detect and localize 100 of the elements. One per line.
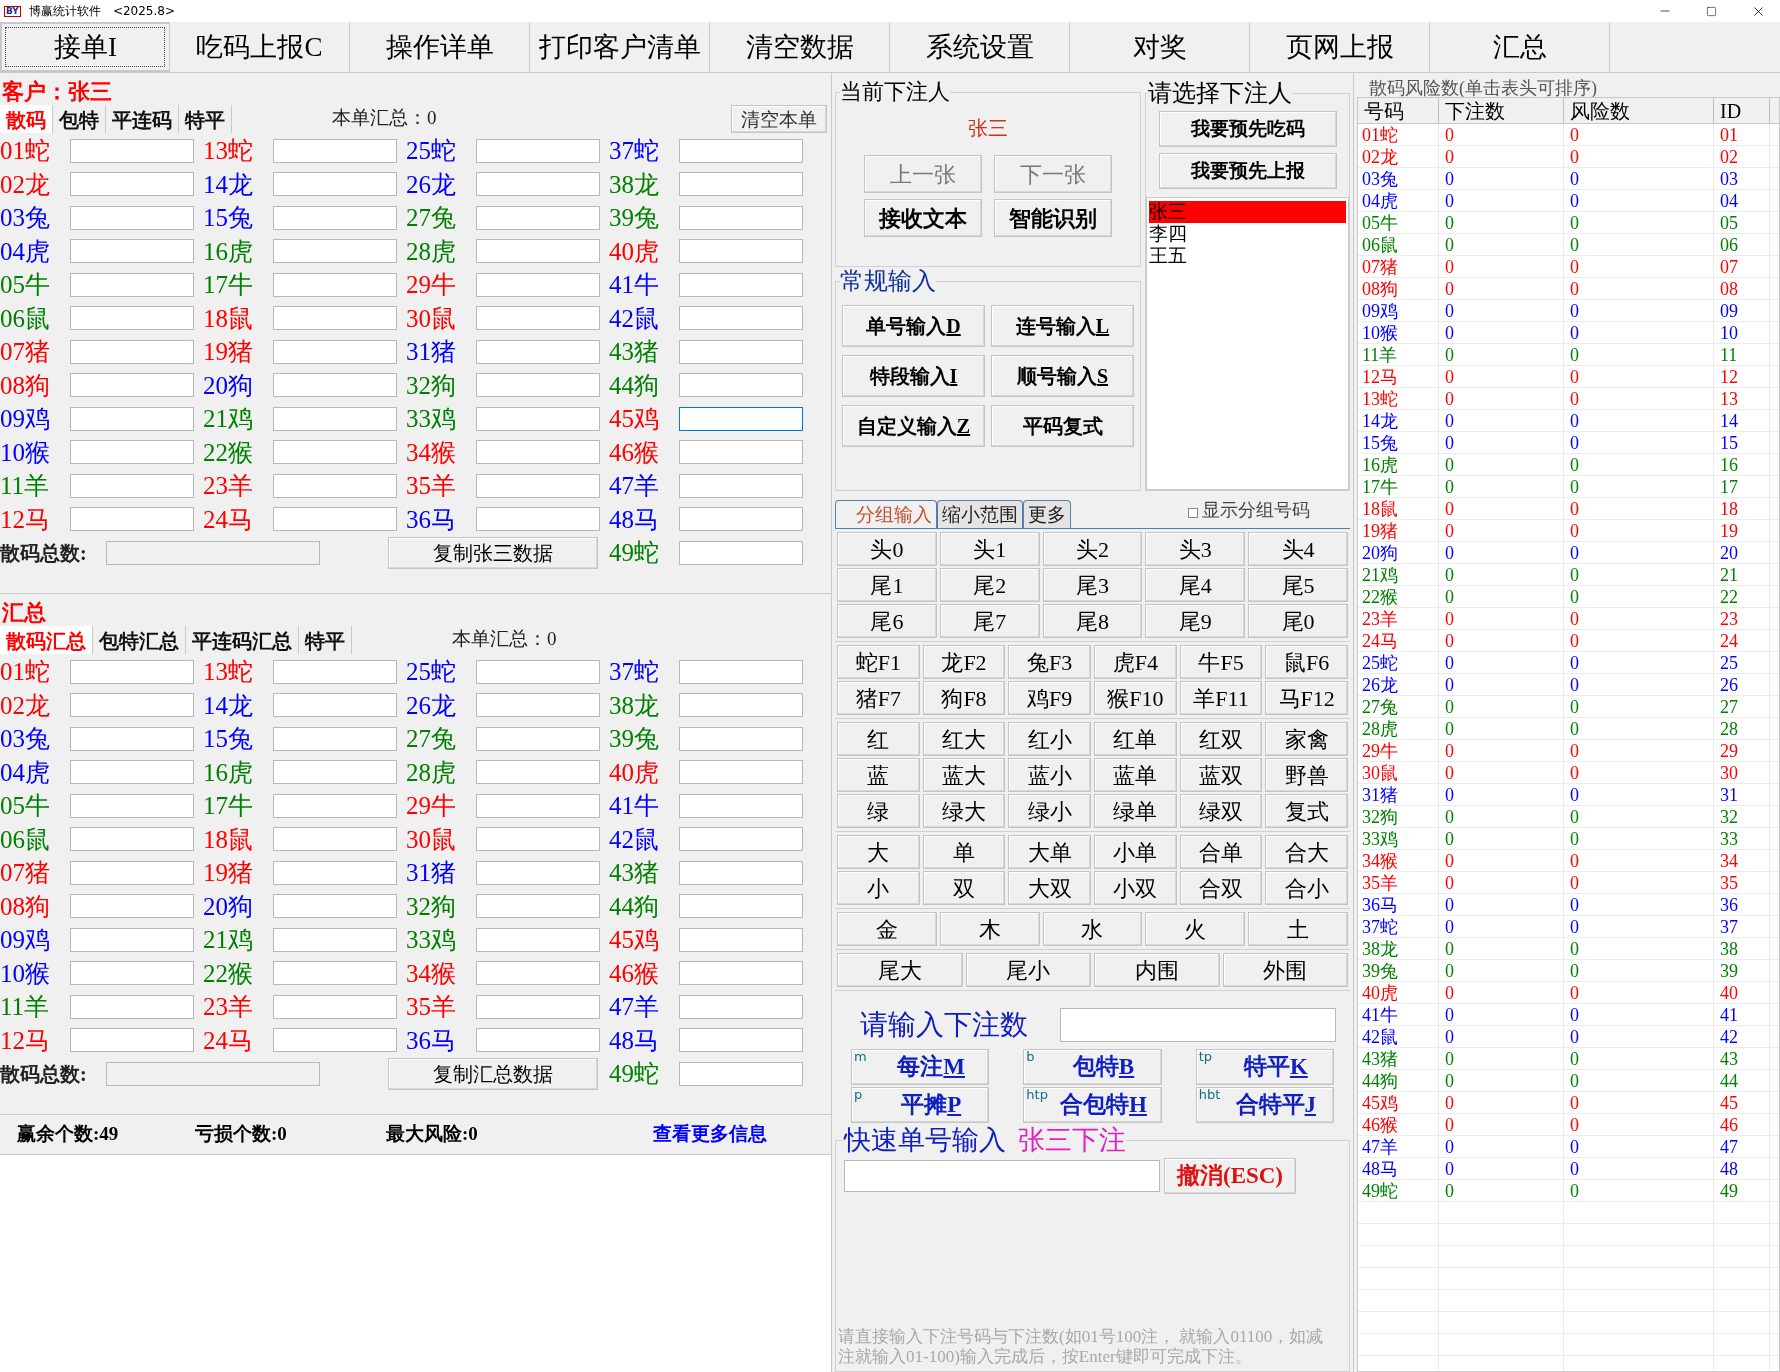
amount-field[interactable] [273, 205, 397, 230]
quick-select-button[interactable]: 尾7 [939, 604, 1040, 638]
quick-select-button[interactable]: 木 [939, 912, 1040, 946]
quick-select-button[interactable]: 小 [837, 871, 920, 905]
amount-field[interactable] [273, 927, 397, 952]
amount-field[interactable] [476, 406, 600, 431]
tab[interactable]: 特平 [179, 104, 232, 133]
toolbar-button[interactable]: 系统设置 [890, 22, 1070, 72]
quick-select-button[interactable]: 狗F8 [922, 681, 1006, 715]
quick-select-button[interactable]: 猪F7 [837, 681, 920, 715]
amount-field[interactable] [679, 693, 803, 718]
tab[interactable]: 包特 [53, 104, 106, 133]
amount-field[interactable] [679, 239, 803, 264]
amount-field[interactable] [679, 205, 803, 230]
amount-field[interactable] [476, 172, 600, 197]
amount-field[interactable] [273, 406, 397, 431]
amount-field[interactable] [70, 272, 194, 297]
amount-field[interactable] [476, 373, 600, 398]
amount-field[interactable] [679, 827, 803, 852]
amount-field[interactable] [70, 205, 194, 230]
quick-select-button[interactable]: 土 [1248, 912, 1348, 946]
amount-field[interactable] [273, 726, 397, 751]
quick-select-button[interactable]: 合大 [1265, 835, 1349, 869]
preset-button[interactable]: 我要预先上报 [1158, 153, 1337, 189]
clear-order-button[interactable]: 清空本单 [731, 104, 827, 133]
quick-select-button[interactable]: 大 [837, 835, 920, 869]
quick-select-button[interactable]: 牛F5 [1179, 645, 1263, 679]
quick-select-button[interactable]: 蛇F1 [837, 645, 920, 679]
amount-field[interactable] [273, 994, 397, 1019]
tab[interactable]: 更多 [1023, 500, 1071, 528]
amount-field[interactable] [679, 726, 803, 751]
amount-field[interactable] [679, 760, 803, 785]
amount-field[interactable] [70, 760, 194, 785]
amount-field[interactable] [679, 860, 803, 885]
preset-button[interactable]: 我要预先吃码 [1158, 111, 1337, 147]
cancel-button[interactable]: 撤消(ESC) [1164, 1158, 1296, 1194]
amount-field[interactable] [476, 726, 600, 751]
column-header[interactable]: ID [1714, 98, 1770, 123]
quick-entry-field[interactable] [844, 1160, 1160, 1192]
amount-field[interactable] [70, 693, 194, 718]
amount-field[interactable] [273, 473, 397, 498]
bettor-list-item[interactable]: 李四 [1149, 223, 1346, 245]
quick-select-button[interactable]: 尾0 [1248, 604, 1348, 638]
tab[interactable]: 散码 [0, 104, 53, 133]
amount-field[interactable] [70, 927, 194, 952]
amount-field[interactable] [476, 860, 600, 885]
tab[interactable]: 分组输入 [835, 500, 937, 528]
amount-field[interactable] [70, 726, 194, 751]
amount-field[interactable] [70, 507, 194, 532]
amount-field[interactable] [476, 507, 600, 532]
amount-field[interactable] [679, 659, 803, 684]
quick-select-button[interactable]: 复式 [1265, 794, 1349, 828]
amount-field[interactable] [679, 306, 803, 331]
amount-field[interactable] [70, 961, 194, 986]
quick-select-button[interactable]: 小双 [1094, 871, 1177, 905]
quick-select-button[interactable]: 绿 [837, 794, 920, 828]
column-header[interactable]: 风险数 [1564, 98, 1714, 123]
amount-field[interactable] [273, 339, 397, 364]
amount-field[interactable] [273, 894, 397, 919]
amount-field[interactable] [476, 659, 600, 684]
quick-select-button[interactable]: 马F12 [1265, 681, 1349, 715]
bettor-nav-button[interactable]: 接收文本 [864, 199, 982, 237]
toolbar-button[interactable]: 操作详单 [350, 22, 530, 72]
quick-select-button[interactable]: 鼠F6 [1265, 645, 1349, 679]
amount-field[interactable] [273, 760, 397, 785]
amount-field[interactable] [679, 894, 803, 919]
count-field[interactable] [106, 1061, 320, 1086]
quick-select-button[interactable]: 绿双 [1179, 794, 1263, 828]
amount-field[interactable] [70, 659, 194, 684]
quick-select-button[interactable]: 小单 [1094, 835, 1177, 869]
quick-select-button[interactable]: 尾1 [837, 568, 937, 602]
amount-field[interactable] [679, 994, 803, 1019]
input-mode-button[interactable]: 特段输入I [842, 355, 985, 397]
tab[interactable]: 平连码汇总 [186, 625, 299, 654]
bet-type-button[interactable]: hbt 合特平J [1195, 1087, 1334, 1123]
quick-select-button[interactable]: 绿单 [1094, 794, 1177, 828]
quick-select-button[interactable]: 大双 [1008, 871, 1091, 905]
amount-field[interactable] [273, 827, 397, 852]
tab[interactable]: 特平 [299, 625, 352, 654]
quick-select-button[interactable]: 外围 [1222, 953, 1348, 987]
column-header[interactable]: 号码 [1358, 98, 1439, 123]
amount-field[interactable] [679, 172, 803, 197]
toolbar-button[interactable]: 汇总 [1430, 22, 1610, 72]
quick-select-button[interactable]: 蓝大 [922, 758, 1006, 792]
bet-type-button[interactable]: p 平摊P [851, 1087, 990, 1123]
quick-select-button[interactable]: 红大 [922, 722, 1006, 756]
amount-field[interactable] [273, 1028, 397, 1053]
amount-field[interactable] [70, 473, 194, 498]
quick-select-button[interactable]: 野兽 [1265, 758, 1349, 792]
amount-field[interactable] [70, 894, 194, 919]
column-header[interactable]: 下注数 [1439, 98, 1564, 123]
amount-field[interactable] [476, 894, 600, 919]
quick-select-button[interactable]: 红小 [1008, 722, 1091, 756]
amount-field[interactable] [476, 927, 600, 952]
bettor-list-item[interactable]: 王五 [1149, 245, 1346, 267]
quick-select-button[interactable]: 蓝 [837, 758, 920, 792]
toolbar-button[interactable]: 对奖 [1070, 22, 1250, 72]
amount-field[interactable] [679, 927, 803, 952]
amount-field[interactable] [70, 440, 194, 465]
amount-field[interactable] [679, 339, 803, 364]
